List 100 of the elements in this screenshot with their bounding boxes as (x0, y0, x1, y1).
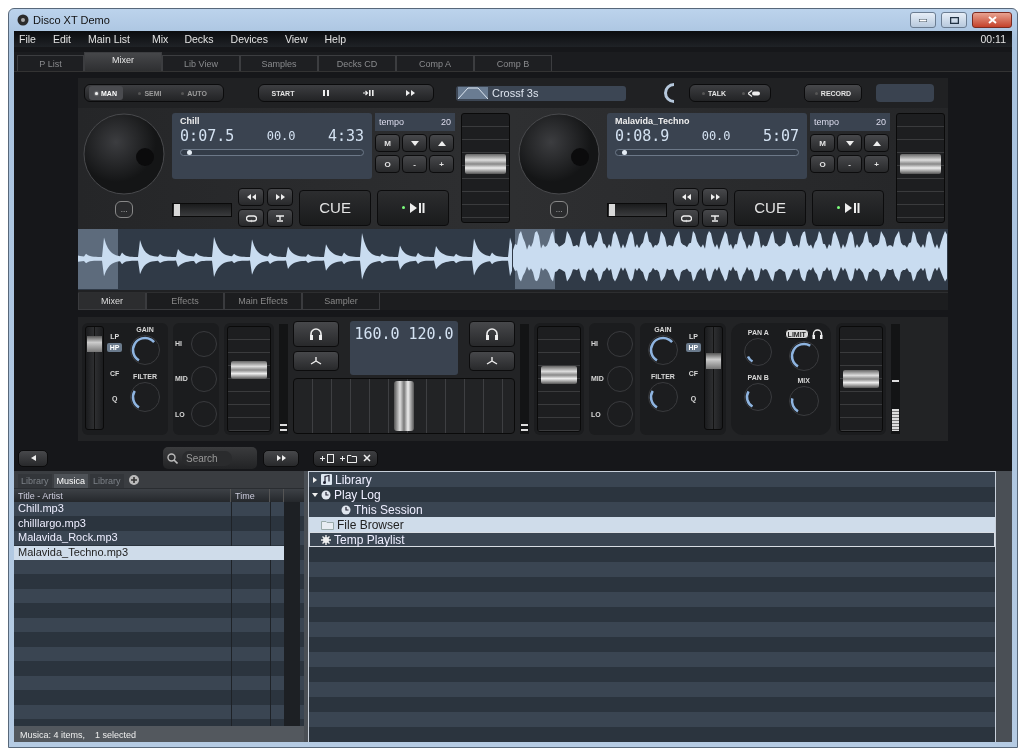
position-track[interactable] (615, 149, 800, 156)
tree-item[interactable]: Play Log (309, 487, 995, 502)
track-row[interactable]: Chill.mp3 (14, 502, 284, 517)
add-file-button[interactable] (320, 452, 334, 464)
pitch-down-button[interactable] (837, 134, 863, 152)
fader-thumb[interactable] (231, 361, 267, 380)
tab[interactable]: P List (17, 55, 84, 71)
pan-b-knob[interactable] (744, 383, 773, 411)
search-field[interactable]: Search (182, 450, 232, 466)
cue-button[interactable]: CUE (299, 189, 372, 226)
minus-button[interactable]: - (837, 155, 863, 173)
play-pause-button[interactable] (812, 189, 885, 226)
menu-item[interactable]: View (284, 33, 308, 45)
maximize-button[interactable] (941, 12, 967, 28)
channel-fader-track[interactable] (227, 326, 271, 432)
fast-forward-button[interactable] (267, 188, 294, 206)
reset-button[interactable]: O (375, 155, 401, 173)
tab[interactable]: Mixer (78, 293, 146, 310)
channel-fader-track[interactable] (537, 326, 581, 432)
remove-button[interactable] (363, 452, 371, 464)
minus-button[interactable]: - (402, 155, 428, 173)
cue-a-headphones-button[interactable] (293, 321, 339, 347)
eject-button[interactable] (267, 209, 294, 227)
rewind-button[interactable] (238, 188, 265, 206)
menu-item[interactable]: Help (324, 33, 347, 45)
menu-item[interactable]: Edit (52, 33, 71, 45)
collapsed-triangle-icon[interactable] (312, 476, 318, 483)
mix-knob[interactable] (788, 386, 819, 416)
tab[interactable]: Effects (146, 293, 224, 310)
plus-button[interactable]: + (864, 155, 890, 173)
pitch-fader-track[interactable] (703, 326, 723, 430)
pitch-slider-track[interactable] (172, 202, 233, 217)
cue-button[interactable]: CUE (734, 189, 807, 226)
tree-item[interactable]: Library (309, 472, 995, 487)
add-tab-icon[interactable] (128, 475, 139, 485)
plus-button[interactable]: + (429, 155, 455, 173)
pitch-down-button[interactable] (402, 134, 428, 152)
tab[interactable]: Mixer (84, 52, 162, 71)
menu-item[interactable]: Mix (152, 33, 169, 45)
tree-item[interactable]: This Session (309, 502, 995, 517)
tab[interactable]: Comp B (474, 55, 552, 71)
tab[interactable]: Main Effects (224, 293, 302, 310)
fast-forward-button[interactable] (702, 188, 729, 206)
crossfader-thumb[interactable] (394, 381, 414, 431)
position-marker[interactable] (621, 150, 627, 155)
filter-knob[interactable] (647, 382, 678, 412)
slider-thumb[interactable] (609, 203, 616, 216)
menu-item[interactable]: Devices (230, 33, 268, 45)
gain-knob[interactable] (647, 335, 678, 365)
more-button[interactable]: ... (115, 201, 134, 218)
pitch-slider-track[interactable] (607, 202, 668, 217)
close-button[interactable] (972, 12, 1012, 28)
pan-a-knob[interactable] (744, 338, 773, 366)
tab[interactable]: Lib View (162, 55, 240, 71)
expanded-triangle-icon[interactable] (312, 491, 318, 498)
position-marker[interactable] (186, 150, 192, 155)
pitch-up-button[interactable] (429, 134, 455, 152)
tree-item[interactable]: File Browser (309, 517, 995, 532)
deck-fader-track[interactable] (461, 113, 510, 223)
fader-thumb[interactable] (900, 153, 941, 174)
tree-item[interactable]: Temp Playlist (309, 532, 995, 547)
menu-item[interactable]: Decks (184, 33, 214, 45)
tab[interactable]: Samples (240, 55, 318, 71)
fader-thumb[interactable] (87, 335, 103, 352)
tab[interactable]: Comp A (396, 55, 474, 71)
position-track[interactable] (180, 149, 365, 156)
cue-b-headphones-button[interactable] (469, 321, 515, 347)
reset-button[interactable]: O (810, 155, 836, 173)
filter-knob[interactable] (130, 382, 161, 412)
eject-button[interactable] (702, 209, 729, 227)
loop-button[interactable] (238, 209, 265, 227)
waveform-drawing[interactable] (78, 229, 948, 290)
gain-knob[interactable] (130, 335, 161, 365)
more-button[interactable]: ... (550, 201, 569, 218)
cue-mix-knob[interactable] (788, 341, 819, 371)
back-button[interactable] (18, 449, 48, 467)
tab[interactable]: Decks CD (318, 55, 396, 71)
fader-thumb[interactable] (705, 352, 721, 369)
key-button[interactable]: M (810, 134, 836, 152)
fast-forward-button[interactable] (263, 449, 299, 467)
pitch-up-button[interactable] (864, 134, 890, 152)
pitch-fader-track[interactable] (85, 326, 105, 430)
rewind-button[interactable] (673, 188, 700, 206)
minimize-button[interactable] (910, 12, 936, 28)
menu-item[interactable]: Main List (88, 33, 131, 45)
play-pause-button[interactable] (377, 189, 450, 226)
menu-item[interactable]: File (19, 33, 36, 45)
deck-fader-track[interactable] (896, 113, 945, 223)
list-tab[interactable]: Musica (53, 474, 89, 488)
fader-thumb[interactable] (541, 365, 577, 384)
channel-fader-track[interactable] (839, 326, 883, 432)
slider-thumb[interactable] (174, 203, 181, 216)
split-a-button[interactable] (293, 351, 339, 371)
crossfade-selector[interactable]: Crossf 3s (456, 85, 626, 101)
split-b-button[interactable] (469, 351, 515, 371)
fader-thumb[interactable] (465, 153, 506, 174)
add-folder-button[interactable] (340, 452, 357, 464)
track-row[interactable]: chilllargo.mp3 (14, 516, 284, 531)
track-row[interactable]: Malavida_Techno.mp3 (14, 545, 284, 560)
tab[interactable]: Sampler (302, 293, 380, 310)
